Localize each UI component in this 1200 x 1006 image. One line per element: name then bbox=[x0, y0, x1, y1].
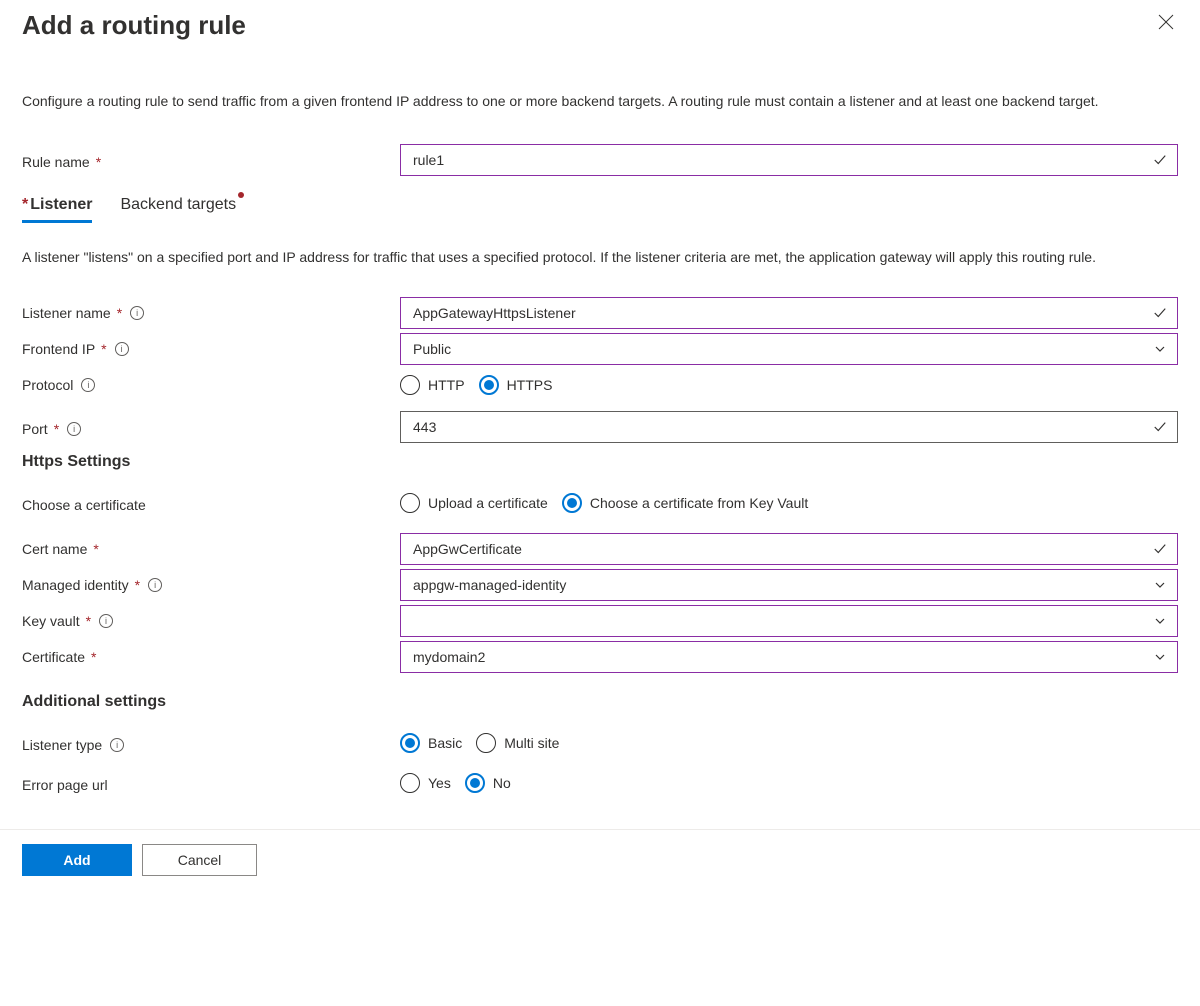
rule-name-label: Rule name bbox=[22, 154, 90, 170]
tab-indicator-dot bbox=[238, 192, 244, 198]
cancel-button[interactable]: Cancel bbox=[142, 844, 257, 876]
info-icon[interactable]: i bbox=[115, 342, 129, 356]
tab-listener[interactable]: *Listener bbox=[22, 196, 92, 223]
info-icon[interactable]: i bbox=[110, 738, 124, 752]
required-indicator: * bbox=[54, 421, 59, 437]
https-settings-heading: Https Settings bbox=[22, 453, 1178, 471]
info-icon[interactable]: i bbox=[130, 306, 144, 320]
listener-type-basic-radio[interactable]: Basic bbox=[400, 733, 462, 753]
info-icon[interactable]: i bbox=[148, 578, 162, 592]
info-icon[interactable]: i bbox=[81, 378, 95, 392]
protocol-https-label: HTTPS bbox=[507, 377, 553, 393]
cert-name-input[interactable] bbox=[400, 533, 1178, 565]
frontend-ip-label: Frontend IP bbox=[22, 341, 95, 357]
listener-tab-description: A listener "listens" on a specified port… bbox=[22, 247, 1178, 269]
required-indicator: * bbox=[135, 577, 140, 593]
upload-certificate-radio[interactable]: Upload a certificate bbox=[400, 493, 548, 513]
tab-backend-targets[interactable]: Backend targets bbox=[120, 196, 236, 223]
tab-backend-targets-label: Backend targets bbox=[120, 196, 236, 213]
protocol-http-radio[interactable]: HTTP bbox=[400, 375, 465, 395]
required-indicator: * bbox=[96, 154, 101, 170]
protocol-https-radio[interactable]: HTTPS bbox=[479, 375, 553, 395]
listener-name-input[interactable] bbox=[400, 297, 1178, 329]
error-page-yes-label: Yes bbox=[428, 775, 451, 791]
info-icon[interactable]: i bbox=[99, 614, 113, 628]
required-indicator: * bbox=[117, 305, 122, 321]
cert-name-label: Cert name bbox=[22, 541, 87, 557]
protocol-http-label: HTTP bbox=[428, 377, 465, 393]
close-icon bbox=[1158, 14, 1174, 30]
rule-name-input[interactable] bbox=[400, 144, 1178, 176]
info-icon[interactable]: i bbox=[67, 422, 81, 436]
managed-identity-select[interactable] bbox=[400, 569, 1178, 601]
add-button[interactable]: Add bbox=[22, 844, 132, 876]
listener-type-multisite-radio[interactable]: Multi site bbox=[476, 733, 559, 753]
error-page-no-radio[interactable]: No bbox=[465, 773, 511, 793]
keyvault-certificate-radio[interactable]: Choose a certificate from Key Vault bbox=[562, 493, 808, 513]
listener-type-label: Listener type bbox=[22, 737, 102, 753]
error-page-no-label: No bbox=[493, 775, 511, 791]
required-indicator: * bbox=[91, 649, 96, 665]
listener-name-label: Listener name bbox=[22, 305, 111, 321]
listener-type-multisite-label: Multi site bbox=[504, 735, 559, 751]
key-vault-select[interactable] bbox=[400, 605, 1178, 637]
additional-settings-heading: Additional settings bbox=[22, 693, 1178, 711]
certificate-select[interactable] bbox=[400, 641, 1178, 673]
upload-certificate-label: Upload a certificate bbox=[428, 495, 548, 511]
listener-type-basic-label: Basic bbox=[428, 735, 462, 751]
close-button[interactable] bbox=[1154, 10, 1178, 38]
required-indicator: * bbox=[101, 341, 106, 357]
error-page-label: Error page url bbox=[22, 777, 108, 793]
protocol-label: Protocol bbox=[22, 377, 73, 393]
error-page-yes-radio[interactable]: Yes bbox=[400, 773, 451, 793]
port-input[interactable] bbox=[400, 411, 1178, 443]
required-indicator: * bbox=[86, 613, 91, 629]
port-label: Port bbox=[22, 421, 48, 437]
page-description: Configure a routing rule to send traffic… bbox=[22, 91, 1178, 112]
frontend-ip-select[interactable] bbox=[400, 333, 1178, 365]
page-title: Add a routing rule bbox=[22, 10, 246, 41]
required-indicator: * bbox=[22, 196, 28, 213]
choose-certificate-label: Choose a certificate bbox=[22, 497, 146, 513]
certificate-label: Certificate bbox=[22, 649, 85, 665]
key-vault-label: Key vault bbox=[22, 613, 80, 629]
managed-identity-label: Managed identity bbox=[22, 577, 129, 593]
tab-listener-label: Listener bbox=[30, 196, 92, 213]
required-indicator: * bbox=[93, 541, 98, 557]
keyvault-certificate-label: Choose a certificate from Key Vault bbox=[590, 495, 808, 511]
